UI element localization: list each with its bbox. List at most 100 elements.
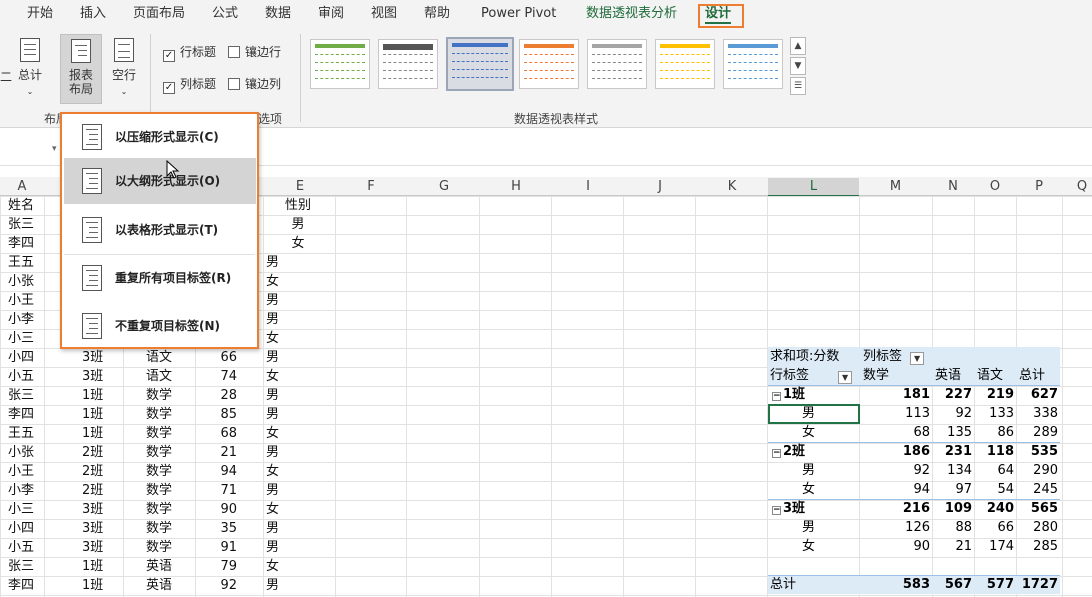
tab-insert[interactable]: 插入 bbox=[80, 6, 106, 22]
sheet-cell[interactable]: 35 bbox=[197, 519, 237, 538]
pivot-value[interactable]: 97 bbox=[926, 480, 972, 499]
pivot-value[interactable]: 68 bbox=[884, 423, 930, 442]
pivot-value[interactable]: 565 bbox=[1012, 499, 1058, 518]
collapse-minus-icon[interactable]: − bbox=[772, 449, 781, 458]
sheet-cell[interactable]: 男 bbox=[266, 576, 279, 595]
checkbox-checked-icon[interactable]: ✓ bbox=[163, 82, 175, 94]
sheet-cell[interactable]: 性别 bbox=[283, 196, 313, 215]
col-header[interactable]: Q bbox=[1062, 178, 1092, 195]
menu-item-2[interactable]: 以大纲形式显示(O) bbox=[64, 158, 256, 204]
pivot-style-blue[interactable] bbox=[723, 39, 783, 89]
pivot-value[interactable]: 133 bbox=[968, 404, 1014, 423]
pivot-value[interactable]: 290 bbox=[1012, 461, 1058, 480]
pivot-value[interactable]: 535 bbox=[1012, 442, 1058, 461]
pivot-value[interactable]: 21 bbox=[926, 537, 972, 556]
pivot-style-selected[interactable] bbox=[446, 37, 514, 91]
pivot-value[interactable]: 88 bbox=[926, 518, 972, 537]
sheet-cell[interactable]: 2班 bbox=[82, 443, 103, 462]
sheet-cell[interactable]: 女 bbox=[266, 272, 279, 291]
sheet-cell[interactable]: 小王 bbox=[8, 291, 34, 310]
pivot-total-value[interactable]: 577 bbox=[968, 575, 1014, 594]
pivot-value[interactable]: 280 bbox=[1012, 518, 1058, 537]
sheet-cell[interactable]: 1班 bbox=[82, 424, 103, 443]
sheet-cell[interactable]: 90 bbox=[197, 500, 237, 519]
column-headers-option[interactable]: ✓ 列标题 bbox=[163, 77, 216, 94]
pivot-value[interactable]: 231 bbox=[926, 442, 972, 461]
sheet-cell[interactable]: 小三 bbox=[8, 500, 34, 519]
sheet-cell[interactable]: 1班 bbox=[82, 576, 103, 595]
pivot-value[interactable]: 216 bbox=[884, 499, 930, 518]
report-layout-button[interactable]: 报表布局 bbox=[60, 34, 102, 104]
sheet-cell[interactable]: 79 bbox=[197, 557, 237, 576]
banded-rows-option[interactable]: 镶边行 bbox=[228, 45, 281, 59]
sheet-cell[interactable]: 小张 bbox=[8, 272, 34, 291]
pivot-value[interactable]: 66 bbox=[968, 518, 1014, 537]
pivot-value[interactable]: 181 bbox=[884, 385, 930, 404]
col-header-selected[interactable]: L bbox=[768, 178, 859, 197]
sheet-cell[interactable]: 数学 bbox=[146, 538, 172, 557]
menu-item-4[interactable]: 重复所有项目标签(R) bbox=[64, 255, 256, 301]
pivot-value[interactable]: 245 bbox=[1012, 480, 1058, 499]
sheet-cell[interactable]: 男 bbox=[266, 443, 279, 462]
tab-view[interactable]: 视图 bbox=[371, 6, 397, 22]
col-header[interactable]: I bbox=[552, 178, 624, 195]
pivot-style-gold[interactable] bbox=[655, 39, 715, 89]
sheet-cell[interactable]: 女 bbox=[266, 424, 279, 443]
sheet-cell[interactable]: 男 bbox=[266, 291, 279, 310]
sheet-cell[interactable]: 数学 bbox=[146, 500, 172, 519]
sheet-cell[interactable]: 女 bbox=[266, 500, 279, 519]
blank-rows-button[interactable]: 空行 ⌄ bbox=[106, 38, 142, 100]
sheet-cell[interactable]: 小四 bbox=[8, 519, 34, 538]
sheet-cell[interactable]: 女 bbox=[283, 234, 313, 253]
sheet-cell[interactable]: 1班 bbox=[82, 557, 103, 576]
pivot-value[interactable]: 90 bbox=[884, 537, 930, 556]
sheet-cell[interactable]: 数学 bbox=[146, 481, 172, 500]
sheet-cell[interactable]: 王五 bbox=[8, 253, 34, 272]
sheet-cell[interactable]: 3班 bbox=[82, 500, 103, 519]
sheet-cell[interactable]: 2班 bbox=[82, 462, 103, 481]
pivot-item-label[interactable]: 男 bbox=[802, 461, 815, 480]
row-filter-dropdown-icon[interactable]: ▼ bbox=[838, 371, 853, 384]
col-header[interactable]: M bbox=[859, 178, 932, 195]
pivot-value[interactable]: 113 bbox=[884, 404, 930, 423]
sheet-cell[interactable]: 张三 bbox=[8, 215, 34, 234]
sheet-cell[interactable]: 71 bbox=[197, 481, 237, 500]
col-header[interactable]: O bbox=[974, 178, 1016, 195]
menu-item-3[interactable]: 以表格形式显示(T) bbox=[64, 207, 256, 253]
col-header[interactable]: H bbox=[480, 178, 552, 195]
sheet-cell[interactable]: 男 bbox=[266, 386, 279, 405]
sheet-cell[interactable]: 男 bbox=[283, 215, 313, 234]
pivot-item-label[interactable]: 女 bbox=[802, 537, 815, 556]
col-header[interactable]: N bbox=[932, 178, 974, 195]
column-filter-dropdown-icon[interactable]: ▼ bbox=[910, 352, 925, 365]
row-headers-option[interactable]: ✓ 行标题 bbox=[163, 45, 216, 62]
sheet-cell[interactable]: 小王 bbox=[8, 462, 34, 481]
pivot-total-value[interactable]: 583 bbox=[884, 575, 930, 594]
styles-scroll-up-button[interactable]: ▲ bbox=[790, 37, 806, 55]
sheet-cell[interactable]: 小李 bbox=[8, 310, 34, 329]
pivot-value[interactable]: 109 bbox=[926, 499, 972, 518]
sheet-cell[interactable]: 小张 bbox=[8, 443, 34, 462]
sheet-cell[interactable]: 男 bbox=[266, 405, 279, 424]
checkbox-icon[interactable] bbox=[228, 46, 240, 58]
sheet-cell[interactable]: 张三 bbox=[8, 557, 34, 576]
pivot-total-value[interactable]: 567 bbox=[926, 575, 972, 594]
collapse-minus-icon[interactable]: − bbox=[772, 506, 781, 515]
sheet-cell[interactable]: 1班 bbox=[82, 405, 103, 424]
sheet-cell[interactable]: 92 bbox=[197, 576, 237, 595]
pivot-value[interactable]: 126 bbox=[884, 518, 930, 537]
pivot-value[interactable]: 92 bbox=[926, 404, 972, 423]
sheet-cell[interactable]: 74 bbox=[197, 367, 237, 386]
pivot-value[interactable]: 118 bbox=[968, 442, 1014, 461]
sheet-cell[interactable]: 1班 bbox=[82, 386, 103, 405]
grand-totals-button[interactable]: 总计 ⌄ bbox=[12, 38, 48, 100]
pivot-value[interactable]: 227 bbox=[926, 385, 972, 404]
sheet-cell[interactable]: 85 bbox=[197, 405, 237, 424]
sheet-cell[interactable]: 英语 bbox=[146, 576, 172, 595]
sheet-cell[interactable]: 姓名 bbox=[8, 196, 34, 215]
sheet-cell[interactable]: 2班 bbox=[82, 481, 103, 500]
sheet-cell[interactable]: 张三 bbox=[8, 386, 34, 405]
col-header[interactable]: F bbox=[336, 178, 406, 195]
sheet-cell[interactable]: 语文 bbox=[146, 367, 172, 386]
pivot-value[interactable]: 92 bbox=[884, 461, 930, 480]
